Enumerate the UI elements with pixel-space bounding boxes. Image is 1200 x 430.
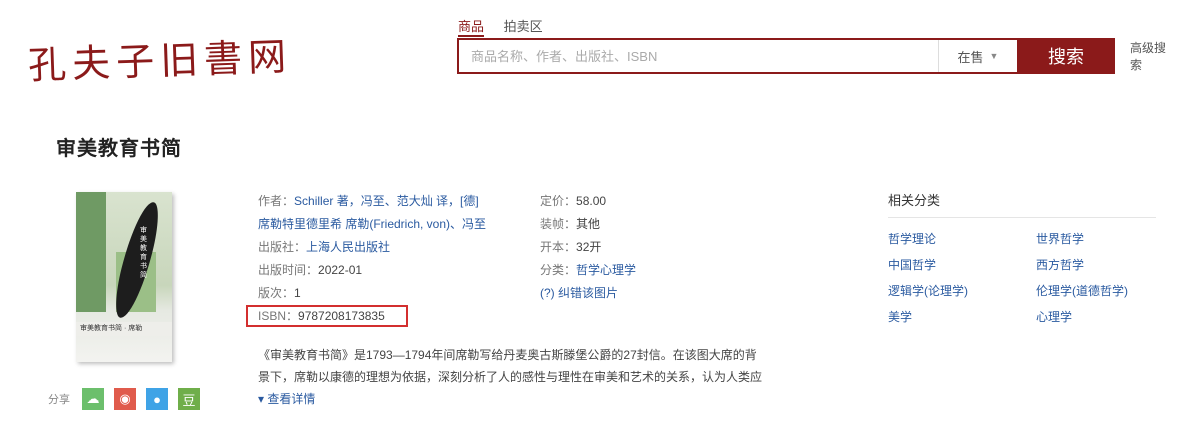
related-item[interactable]: 哲学理论 (888, 230, 1036, 247)
description-line: 《审美教育书简》是1793—1794年间席勒写给丹麦奥古斯滕堡公爵的27封信。在… (258, 348, 757, 362)
book-info-right: 定价：58.00 装帧：其他 开本：32开 分类：哲学心理学 (?) 纠错该图片 (540, 190, 636, 305)
report-error-row: (?) 纠错该图片 (540, 282, 636, 305)
chevron-down-icon: ▼ (989, 51, 999, 61)
site-logo[interactable]: 孔夫子旧書网 (27, 25, 293, 89)
search-bar: 在售 ▼ 搜索 (457, 38, 1115, 74)
book-cover-image[interactable]: 审美教育书简 审美教育书简 · 席勒 (76, 192, 172, 362)
search-input[interactable] (459, 40, 938, 72)
qq-icon[interactable]: ● (146, 388, 168, 410)
related-item[interactable]: 世界哲学 (1036, 230, 1156, 247)
wechat-icon[interactable]: ☁ (82, 388, 104, 410)
publish-date-value: 2022-01 (318, 263, 363, 277)
author-row: 作者：Schiller 著，冯至、范大灿 译，[德] (258, 190, 486, 213)
related-item[interactable]: 西方哲学 (1036, 256, 1156, 273)
page-title: 审美教育书简 (56, 138, 182, 160)
description-line: 景下，席勒以康德的理想为依据，深刻分析了人的感性与理性在审美和艺术的关系，认为人… (258, 370, 763, 384)
publisher-row: 出版社：上海人民出版社 (258, 236, 486, 259)
isbn-highlight-box (246, 305, 408, 327)
related-categories: 相关分类 哲学理论 世界哲学 中国哲学 西方哲学 逻辑学(论理学) 伦理学(道德… (888, 190, 1156, 325)
related-item[interactable]: 中国哲学 (888, 256, 1036, 273)
related-grid: 哲学理论 世界哲学 中国哲学 西方哲学 逻辑学(论理学) 伦理学(道德哲学) 美… (888, 230, 1156, 325)
publisher-link[interactable]: 上海人民出版社 (306, 240, 390, 254)
binding-label: 装帧： (540, 217, 577, 231)
category-link[interactable]: 哲学心理学 (576, 263, 636, 277)
publisher-label: 出版社： (258, 240, 307, 254)
related-item[interactable]: 心理学 (1036, 308, 1156, 325)
price-value: 58.00 (576, 194, 607, 208)
douban-icon[interactable]: 豆 (178, 388, 200, 410)
edition-row: 版次：1 (258, 282, 486, 305)
related-title: 相关分类 (888, 190, 1156, 218)
search-scope-dropdown[interactable]: 在售 ▼ (938, 40, 1017, 72)
view-details-link[interactable]: ▾ 查看详情 (258, 390, 315, 407)
publish-date-label: 出版时间： (258, 263, 319, 277)
book-description: 《审美教育书简》是1793—1794年间席勒写给丹麦奥古斯滕堡公爵的27封信。在… (258, 344, 838, 388)
advanced-search-link[interactable]: 高级搜索 (1130, 40, 1170, 74)
weibo-icon[interactable]: ◉ (114, 388, 136, 410)
publish-date-row: 出版时间：2022-01 (258, 259, 486, 282)
format-value: 32开 (576, 240, 602, 254)
author-link[interactable]: Schiller 著，冯至、范大灿 译，[德] (294, 194, 479, 208)
category-row: 分类：哲学心理学 (540, 259, 636, 282)
edition-label: 版次： (258, 286, 295, 300)
binding-value: 其他 (576, 217, 601, 231)
cover-title: 审美教育书简 (140, 226, 147, 279)
binding-row: 装帧：其他 (540, 213, 636, 236)
foreign-author-link[interactable]: 席勒特里德里希 席勒(Friedrich, von)、冯至 (258, 217, 486, 231)
foreign-author-row: 席勒特里德里希 席勒(Friedrich, von)、冯至 (258, 213, 486, 236)
price-label: 定价： (540, 194, 577, 208)
cover-band-text: 审美教育书简 · 席勒 (76, 322, 172, 336)
tab-auction[interactable]: 拍卖区 (504, 19, 543, 34)
cover-shape (76, 192, 106, 312)
format-label: 开本： (540, 240, 577, 254)
search-button[interactable]: 搜索 (1017, 38, 1115, 74)
price-row: 定价：58.00 (540, 190, 636, 213)
search-tabs: 商品 拍卖区 (458, 16, 559, 37)
author-label: 作者： (258, 194, 295, 208)
edition-value: 1 (294, 286, 301, 300)
share-label: 分享 (48, 394, 70, 406)
tab-goods[interactable]: 商品 (458, 19, 485, 37)
related-item[interactable]: 逻辑学(论理学) (888, 282, 1036, 299)
related-item[interactable]: 伦理学(道德哲学) (1036, 282, 1156, 299)
category-label: 分类： (540, 263, 577, 277)
search-scope-label: 在售 (957, 49, 984, 65)
share-bar: 分享 ☁ ◉ ● 豆 (48, 388, 204, 410)
format-row: 开本：32开 (540, 236, 636, 259)
report-error-link[interactable]: (?) 纠错该图片 (540, 286, 618, 300)
related-item[interactable]: 美学 (888, 308, 1036, 325)
